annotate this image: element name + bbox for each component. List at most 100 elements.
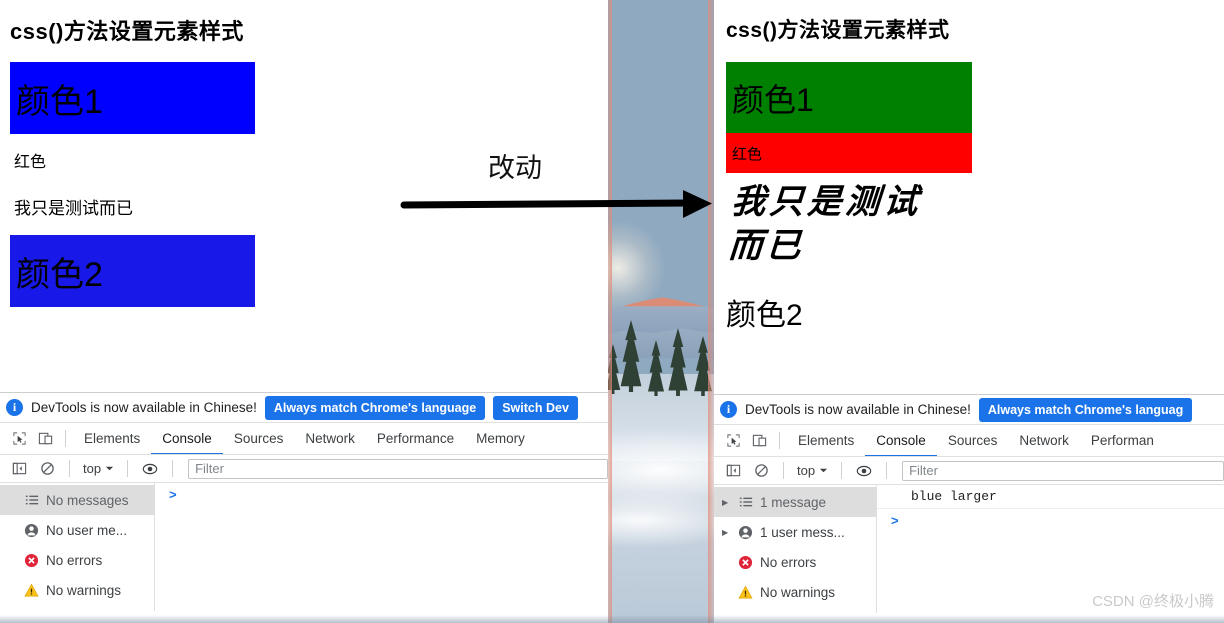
tab-performance[interactable]: Performance [366, 423, 465, 454]
sidebar-item-label: No messages [46, 492, 129, 508]
color1-block: 颜色1 [10, 62, 255, 134]
console-filter-input[interactable] [902, 460, 1224, 481]
tab-sources[interactable]: Sources [223, 423, 295, 454]
divider [886, 462, 888, 479]
sidebar-item-label: No user me... [46, 522, 128, 538]
devtools-tabbar: Elements Console Sources Network Perform… [714, 425, 1224, 457]
device-toolbar-icon[interactable] [32, 426, 58, 452]
chevron-down-icon [819, 468, 828, 473]
execution-context-selector[interactable]: top [793, 463, 832, 478]
sidebar-item-messages[interactable]: No messages [0, 485, 154, 515]
user-icon [737, 524, 754, 541]
user-icon [23, 522, 40, 539]
divider [69, 460, 70, 477]
sidebar-item-errors[interactable]: No errors [0, 545, 154, 575]
page-title: css()方法设置元素样式 [10, 19, 244, 44]
chevron-down-icon [105, 466, 114, 471]
desktop-bottom-shadow [0, 615, 1224, 623]
color2-block: 颜色2 [10, 235, 255, 307]
console-prompt[interactable]: > [877, 509, 1224, 528]
clear-console-icon[interactable] [748, 458, 774, 484]
warning-icon [23, 582, 40, 599]
console-body: No messages No user me... No errors No w… [0, 483, 608, 611]
expand-arrow-icon[interactable]: ▶ [722, 528, 731, 537]
browser-window-after: css()方法设置元素样式 颜色1 红色 我只是测试而已 颜色2 i DevTo… [714, 0, 1224, 623]
info-icon: i [6, 399, 23, 416]
tab-console[interactable]: Console [151, 423, 223, 454]
tab-network[interactable]: Network [294, 423, 366, 454]
error-icon [737, 554, 754, 571]
test-text-calligraphy: 我只是测试而已 [727, 182, 923, 266]
sidebar-item-messages[interactable]: ▶ 1 message [714, 487, 876, 517]
banner-message: DevTools is now available in Chinese! [31, 400, 257, 415]
tab-elements[interactable]: Elements [73, 423, 151, 454]
devtools-panel-left: i DevTools is now available in Chinese! … [0, 392, 608, 611]
sidebar-item-label: No errors [46, 552, 103, 568]
red-label-block: 红色 [726, 133, 972, 173]
sidebar-item-label: No warnings [760, 584, 836, 600]
sidebar-item-user-messages[interactable]: No user me... [0, 515, 154, 545]
console-output-left[interactable]: > [155, 483, 608, 611]
divider [65, 430, 66, 447]
divider [783, 462, 784, 479]
console-sidebar: No messages No user me... No errors No w… [0, 483, 155, 611]
devtools-panel-right: i DevTools is now available in Chinese! … [714, 394, 1224, 613]
color2-text: 颜色2 [726, 299, 803, 333]
tab-sources[interactable]: Sources [937, 425, 1009, 456]
info-icon: i [720, 401, 737, 418]
sidebar-item-label: 1 user mess... [760, 524, 845, 540]
divider [172, 460, 174, 477]
sidebar-item-user-messages[interactable]: ▶ 1 user mess... [714, 517, 876, 547]
browser-window-before: css()方法设置元素样式 颜色1 红色 我只是测试而已 颜色2 i DevTo… [0, 0, 608, 623]
device-toolbar-icon[interactable] [746, 428, 772, 454]
color1-block: 颜色1 [726, 62, 972, 133]
tab-network[interactable]: Network [1008, 425, 1080, 456]
divider [841, 462, 843, 479]
console-sidebar-icon[interactable] [720, 458, 746, 484]
list-icon [737, 494, 754, 511]
always-match-language-button[interactable]: Always match Chrome's language [264, 395, 486, 420]
right-arrow-icon [400, 190, 712, 218]
devtools-language-banner: i DevTools is now available in Chinese! … [714, 395, 1224, 425]
tab-memory[interactable]: Memory [465, 423, 536, 454]
console-prompt[interactable]: > [155, 483, 608, 502]
tab-elements[interactable]: Elements [787, 425, 865, 456]
switch-devtools-language-button[interactable]: Switch Dev [493, 395, 578, 420]
always-match-language-button[interactable]: Always match Chrome's languag [978, 397, 1193, 422]
clear-console-icon[interactable] [34, 456, 60, 482]
web-page-after: css()方法设置元素样式 颜色1 红色 我只是测试而已 颜色2 [714, 0, 1224, 394]
page-title: css()方法设置元素样式 [726, 19, 950, 42]
console-log-entry: blue larger [877, 485, 1224, 509]
live-expression-icon[interactable] [137, 456, 163, 482]
inspect-element-icon[interactable] [6, 426, 32, 452]
devtools-language-banner: i DevTools is now available in Chinese! … [0, 393, 608, 423]
sidebar-item-label: No warnings [46, 582, 122, 598]
tab-console[interactable]: Console [865, 425, 937, 456]
banner-message: DevTools is now available in Chinese! [745, 402, 971, 417]
warning-icon [737, 584, 754, 601]
live-expression-icon[interactable] [851, 458, 877, 484]
devtools-tabbar: Elements Console Sources Network Perform… [0, 423, 608, 455]
execution-context-selector[interactable]: top [79, 461, 118, 476]
tab-performance[interactable]: Performan [1080, 425, 1165, 456]
divider [127, 460, 129, 477]
console-filter-input[interactable] [188, 458, 608, 479]
console-sidebar-icon[interactable] [6, 456, 32, 482]
change-annotation: 改动 [400, 150, 720, 230]
sidebar-item-label: No errors [760, 554, 817, 570]
sidebar-item-errors[interactable]: No errors [714, 547, 876, 577]
console-toolbar: top [714, 457, 1224, 485]
console-sidebar: ▶ 1 message ▶ 1 user mess... No errors N… [714, 485, 877, 613]
error-icon [23, 552, 40, 569]
inspect-element-icon[interactable] [720, 428, 746, 454]
console-toolbar: top [0, 455, 608, 483]
csdn-watermark: CSDN @终极小腾 [1092, 593, 1214, 610]
divider [779, 432, 780, 449]
execution-context-label: top [797, 463, 816, 478]
execution-context-label: top [83, 461, 102, 476]
sidebar-item-warnings[interactable]: No warnings [0, 575, 154, 605]
sidebar-item-label: 1 message [760, 494, 827, 510]
sidebar-item-warnings[interactable]: No warnings [714, 577, 876, 607]
list-icon [23, 492, 40, 509]
expand-arrow-icon[interactable]: ▶ [722, 498, 731, 507]
